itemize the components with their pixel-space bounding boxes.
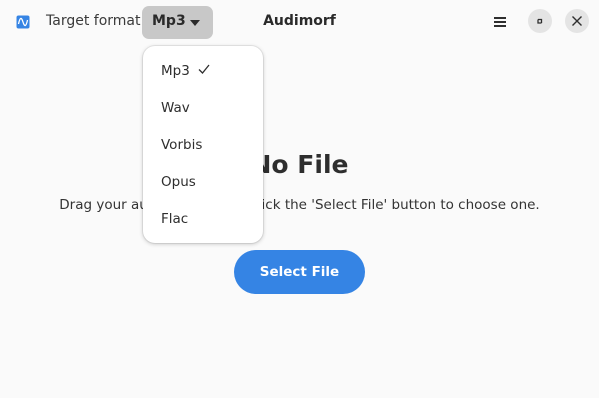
- status-title: No File: [250, 150, 349, 179]
- format-option-label: Mp3: [161, 63, 190, 79]
- format-option-opus[interactable]: Opus: [161, 174, 196, 190]
- format-option-label: Opus: [161, 174, 196, 190]
- format-option-label: Wav: [161, 100, 190, 116]
- format-option-flac[interactable]: Flac: [161, 211, 188, 227]
- checkmark-icon: [198, 64, 210, 74]
- unmaximize-button[interactable]: [528, 9, 552, 33]
- unmaximize-icon: [537, 18, 543, 24]
- main-menu-button[interactable]: [488, 10, 512, 34]
- format-option-wav[interactable]: Wav: [161, 100, 190, 116]
- format-option-vorbis[interactable]: Vorbis: [161, 137, 202, 153]
- close-button[interactable]: [565, 9, 589, 33]
- select-file-button[interactable]: Select File: [234, 250, 365, 294]
- status-description: Drag your audio file here or click the '…: [59, 197, 540, 213]
- hamburger-menu-icon: [494, 17, 506, 27]
- close-icon: [572, 16, 582, 26]
- header-bar: Target format Mp3 Audimorf: [0, 0, 599, 44]
- format-option-label: Flac: [161, 211, 189, 227]
- format-option-label: Vorbis: [161, 137, 203, 153]
- format-option-mp3[interactable]: Mp3: [161, 63, 210, 79]
- format-popover: Mp3 Wav Vorbis Opus Flac: [143, 46, 263, 243]
